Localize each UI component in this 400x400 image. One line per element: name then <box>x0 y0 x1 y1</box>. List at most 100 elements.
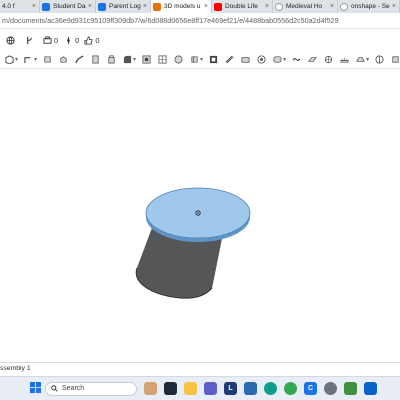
task-view-icon[interactable] <box>164 382 177 395</box>
globe-icon <box>6 35 15 45</box>
boolean-icon[interactable] <box>209 55 218 65</box>
windows-icon <box>30 381 41 393</box>
thumbs-up-icon <box>84 35 93 45</box>
split-icon[interactable] <box>225 55 234 65</box>
l-app-glyph: L <box>228 385 233 392</box>
document-header: 0 0 0 <box>0 31 400 49</box>
l-app-icon[interactable]: L <box>224 382 237 395</box>
search-icon <box>275 2 283 11</box>
browser-tab[interactable]: 4.0 f × <box>0 0 40 13</box>
model-canvas[interactable] <box>0 70 400 362</box>
minecraft-icon[interactable] <box>344 382 357 395</box>
branch-button[interactable] <box>25 36 36 45</box>
view-icon[interactable] <box>356 55 365 65</box>
pattern-icon[interactable] <box>257 55 266 65</box>
tab-title: Student Das <box>53 3 86 10</box>
address-bar[interactable]: m/documents/ac36e9d931c95109ff309db7/w/6… <box>0 13 400 29</box>
measure-icon[interactable] <box>340 55 349 65</box>
close-icon[interactable]: × <box>265 3 269 10</box>
document-tab-bar: ssembly 1 <box>0 362 400 374</box>
chevron-down-icon[interactable]: ▾ <box>200 56 203 63</box>
sketch-icon[interactable] <box>24 55 33 65</box>
close-icon[interactable]: × <box>88 3 92 10</box>
widgets-icon[interactable] <box>144 382 157 395</box>
branch-icon <box>27 36 32 44</box>
url-text[interactable]: m/documents/ac36e9d931c95109ff309db7/w/6… <box>2 16 339 25</box>
revolve-icon[interactable] <box>59 55 68 65</box>
windows-taskbar: Search L C <box>0 376 400 400</box>
thicken-icon[interactable] <box>107 55 116 65</box>
close-icon[interactable]: × <box>204 3 208 10</box>
tab-title: 4.0 f <box>2 3 15 10</box>
appearance-icon[interactable] <box>391 55 400 65</box>
close-icon[interactable]: × <box>143 3 147 10</box>
chevron-down-icon[interactable]: ▾ <box>366 56 369 63</box>
hole-icon[interactable] <box>190 55 199 65</box>
tab-title: 3D models u <box>164 3 201 10</box>
outlook-icon[interactable] <box>364 382 377 395</box>
shell-icon[interactable] <box>174 55 183 65</box>
settings-icon[interactable] <box>324 382 337 395</box>
plane-icon[interactable] <box>308 55 317 65</box>
version-button[interactable]: 0 <box>64 36 79 45</box>
search-label: Search <box>62 385 85 392</box>
section-icon[interactable] <box>375 55 384 65</box>
close-icon[interactable]: × <box>392 3 396 10</box>
close-icon[interactable]: × <box>330 3 334 10</box>
chevron-down-icon[interactable]: ▾ <box>34 56 37 63</box>
teams-icon[interactable] <box>204 382 217 395</box>
box-icon[interactable] <box>5 55 14 65</box>
mate-connector-icon[interactable] <box>324 55 333 65</box>
draft-icon[interactable] <box>158 55 167 65</box>
browser-tab[interactable]: onshape - Se × <box>338 0 400 13</box>
helix-icon[interactable] <box>292 55 301 65</box>
mirror-icon[interactable] <box>273 55 282 65</box>
chrome-icon[interactable] <box>284 382 297 395</box>
explorer-icon[interactable] <box>184 382 197 395</box>
chamfer-icon[interactable] <box>142 55 151 65</box>
extrude-icon[interactable] <box>43 55 52 65</box>
youtube-icon <box>214 2 222 11</box>
mate-connector-dot <box>197 212 199 214</box>
print-icon <box>43 35 52 44</box>
browser-tab-strip: 4.0 f × Student Das × Parent LogV × 3D m… <box>0 0 400 13</box>
print-count: 0 <box>54 35 59 45</box>
browser-tab[interactable]: Double Life × <box>212 0 273 13</box>
version-icon <box>67 36 71 44</box>
c-app-glyph: C <box>307 385 314 392</box>
tab-title: Medieval Ho <box>286 3 323 10</box>
like-button[interactable]: 0 <box>84 35 100 45</box>
browser-tab[interactable]: Parent LogV × <box>96 0 151 13</box>
loft-icon[interactable] <box>91 55 100 65</box>
browser-tab[interactable]: Student Das × <box>40 0 96 13</box>
search-icon <box>51 385 58 392</box>
chevron-down-icon[interactable]: ▾ <box>283 56 286 63</box>
sweep-icon[interactable] <box>75 55 84 65</box>
tab-title: onshape - Se <box>351 3 390 10</box>
close-icon[interactable]: × <box>32 3 36 10</box>
tab-favicon-icon <box>153 2 161 11</box>
chevron-down-icon[interactable]: ▾ <box>15 56 18 63</box>
c-app-icon[interactable]: C <box>304 382 317 395</box>
version-count: 0 <box>75 35 80 45</box>
search-icon <box>340 2 348 11</box>
start-button[interactable] <box>30 380 41 398</box>
globe-button[interactable] <box>6 35 17 45</box>
feature-toolbar: ▾ ▾ ▾ ▾ ▾ ▾ <box>0 51 400 69</box>
transform-icon[interactable] <box>241 55 250 65</box>
graphics-viewport[interactable] <box>0 70 400 362</box>
store-icon[interactable] <box>244 382 257 395</box>
tab-assembly[interactable]: ssembly 1 <box>0 365 31 372</box>
browser-tab-active[interactable]: 3D models u × <box>151 0 212 13</box>
tab-favicon-icon <box>42 2 50 11</box>
fillet-icon[interactable] <box>123 55 132 65</box>
print-button[interactable]: 0 <box>43 36 58 45</box>
edge-icon[interactable] <box>264 382 277 395</box>
tab-favicon-icon <box>98 2 106 11</box>
browser-tab[interactable]: Medieval Ho × <box>273 0 338 13</box>
taskbar-search[interactable]: Search <box>45 381 137 396</box>
chevron-down-icon[interactable]: ▾ <box>133 56 136 63</box>
tab-title: Double Life <box>225 3 258 10</box>
like-count: 0 <box>95 35 100 45</box>
tab-title: Parent LogV <box>109 3 141 10</box>
